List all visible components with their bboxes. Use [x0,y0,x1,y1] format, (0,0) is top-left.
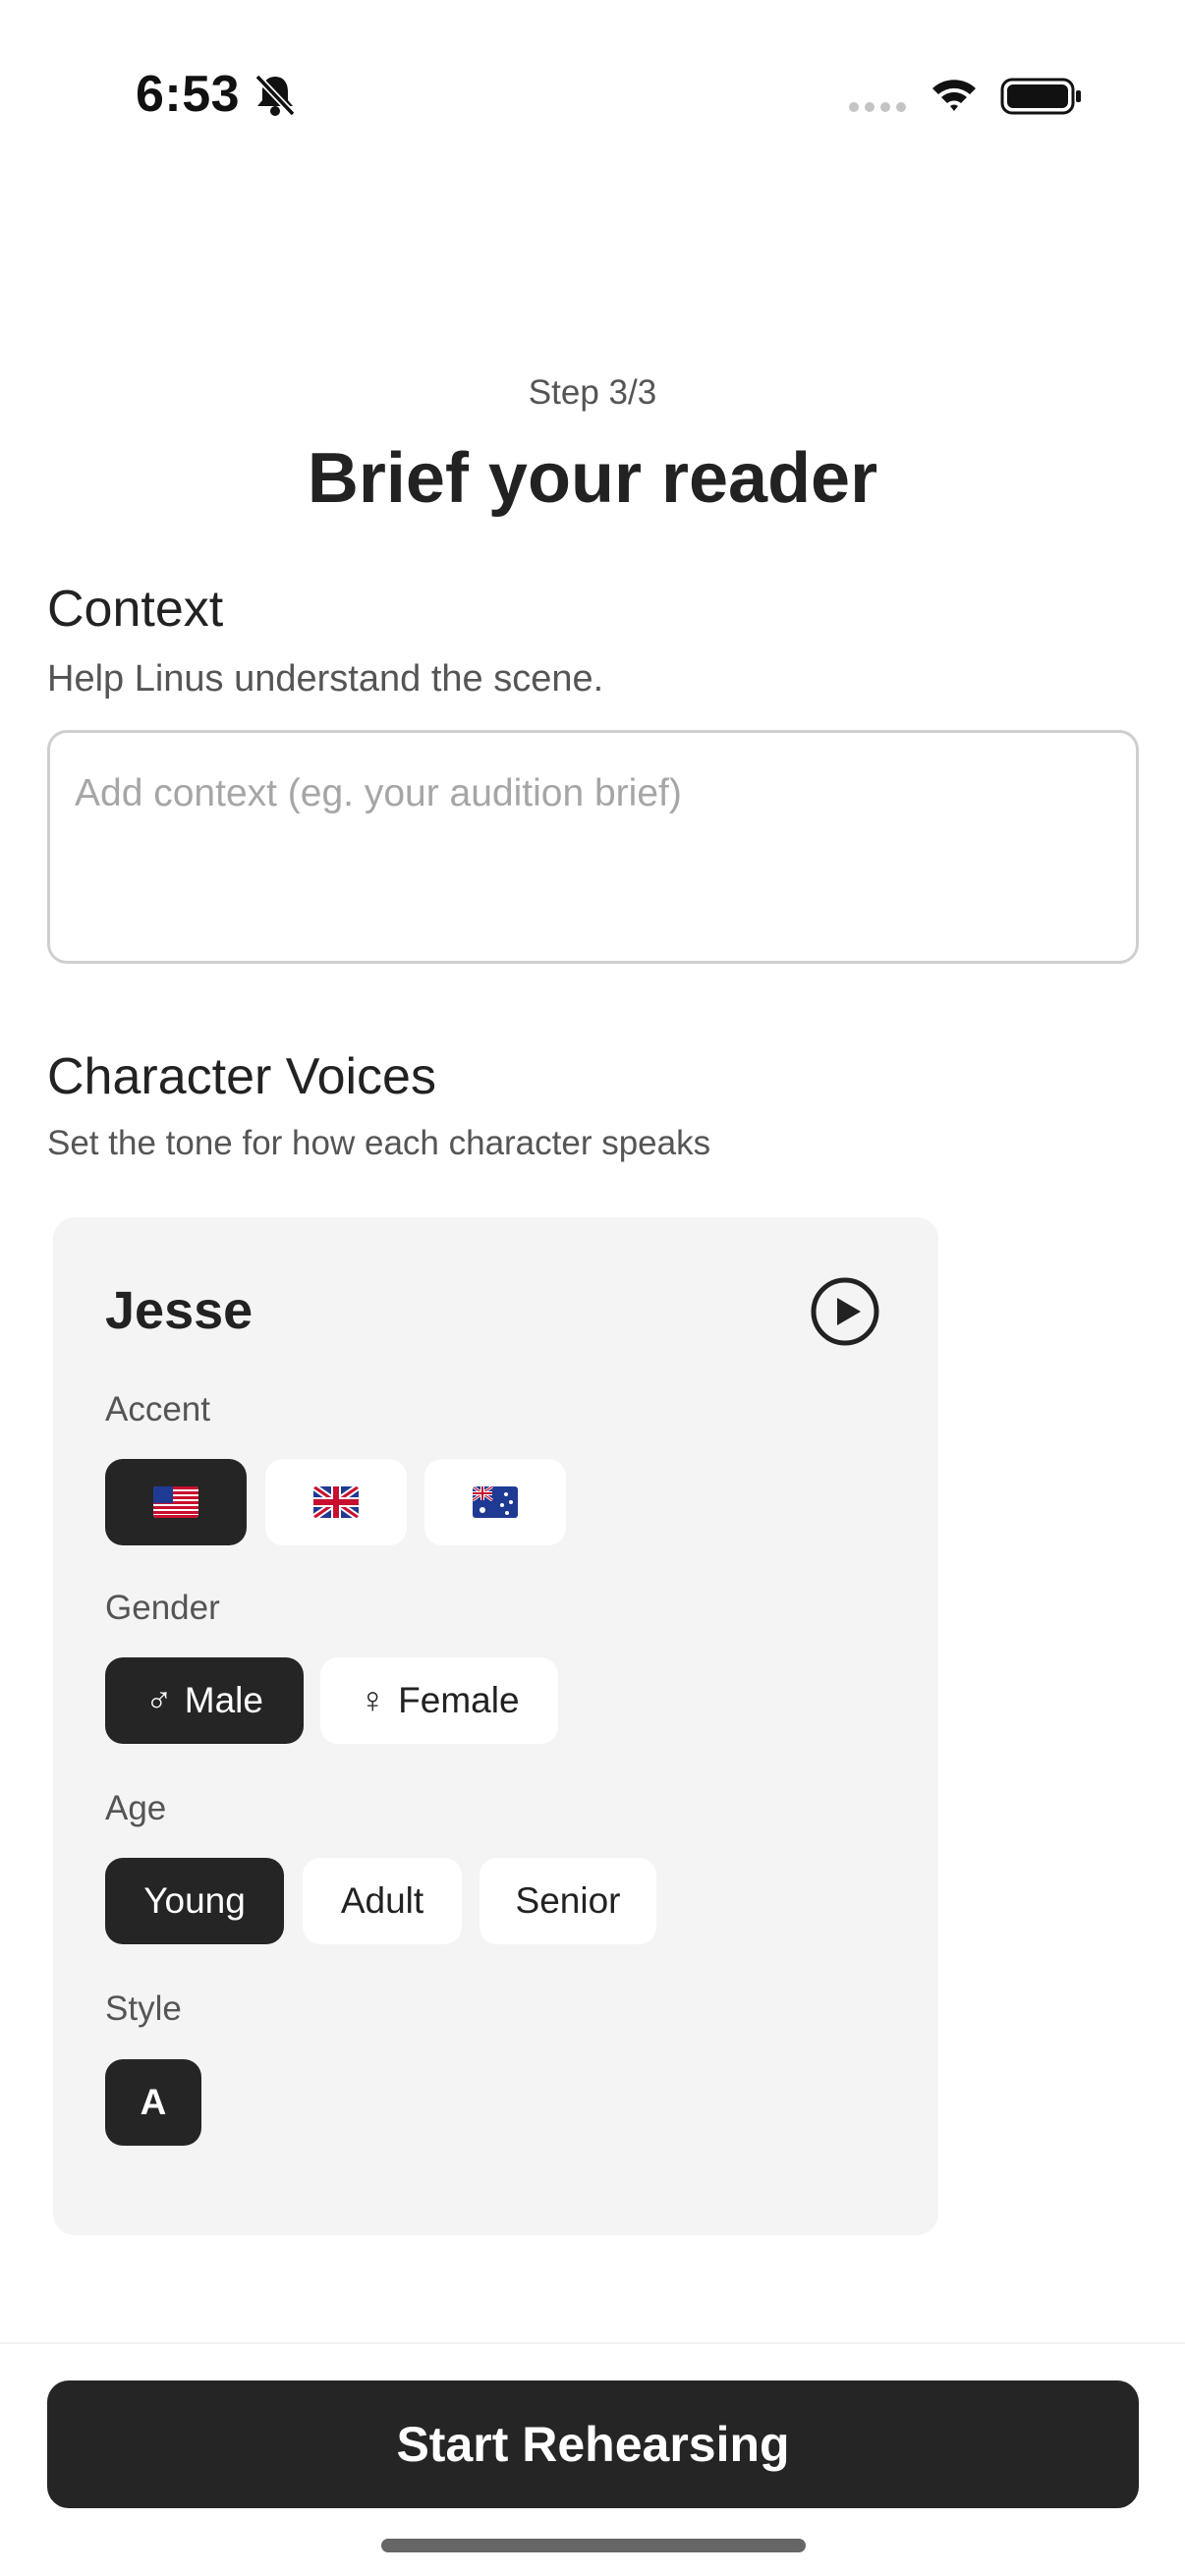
female-symbol-icon: ♀ [359,1680,387,1720]
play-circle-icon[interactable] [810,1276,880,1347]
age-option-label: Senior [515,1880,621,1921]
style-option-a[interactable]: A [105,2059,201,2146]
uk-flag-icon [313,1486,359,1518]
battery-icon [1000,78,1081,115]
age-option-label: Adult [340,1880,424,1921]
gender-option-female[interactable]: ♀ Female [320,1657,558,1744]
age-option-young[interactable]: Young [105,1858,284,1944]
footer-divider [0,2342,1185,2344]
character-voices-subtitle: Set the tone for how each character spea… [47,1124,711,1162]
age-label: Age [105,1789,167,1827]
signal-dots-icon [849,102,906,112]
gender-label: Gender [105,1589,220,1627]
home-indicator[interactable] [381,2539,806,2552]
context-subtitle: Help Linus understand the scene. [47,658,604,700]
age-option-senior[interactable]: Senior [480,1858,656,1944]
accent-option-uk[interactable] [265,1459,407,1545]
gender-option-label: Male [184,1680,263,1720]
us-flag-icon [153,1486,198,1518]
gender-option-label: Female [398,1680,520,1720]
style-label: Style [105,1989,182,2028]
age-option-label: Young [143,1880,246,1921]
accent-option-us[interactable] [105,1459,247,1545]
accent-label: Accent [105,1390,210,1428]
wifi-icon [932,80,976,111]
context-input[interactable] [47,730,1139,964]
status-time: 6:53 [136,66,241,123]
character-card: Jesse Accent Gender ♂ Male ♀ Female Age … [53,1217,938,2235]
character-voices-heading: Character Voices [47,1048,436,1105]
bell-slash-icon [254,74,296,117]
start-rehearsing-button[interactable]: Start Rehearsing [47,2380,1139,2508]
au-flag-icon [473,1486,518,1518]
male-symbol-icon: ♂ [145,1680,173,1720]
gender-option-male[interactable]: ♂ Male [105,1657,304,1744]
age-option-adult[interactable]: Adult [303,1858,462,1944]
brief-reader-screen: 6:53 Step 3/3 Brief your reader Context … [0,0,1185,2576]
page-title: Brief your reader [307,439,878,518]
step-indicator: Step 3/3 [528,373,657,412]
style-option-label: A [140,2082,167,2122]
context-heading: Context [47,581,224,638]
character-name: Jesse [105,1281,254,1340]
accent-option-au[interactable] [424,1459,566,1545]
start-rehearsing-label: Start Rehearsing [396,2417,790,2472]
